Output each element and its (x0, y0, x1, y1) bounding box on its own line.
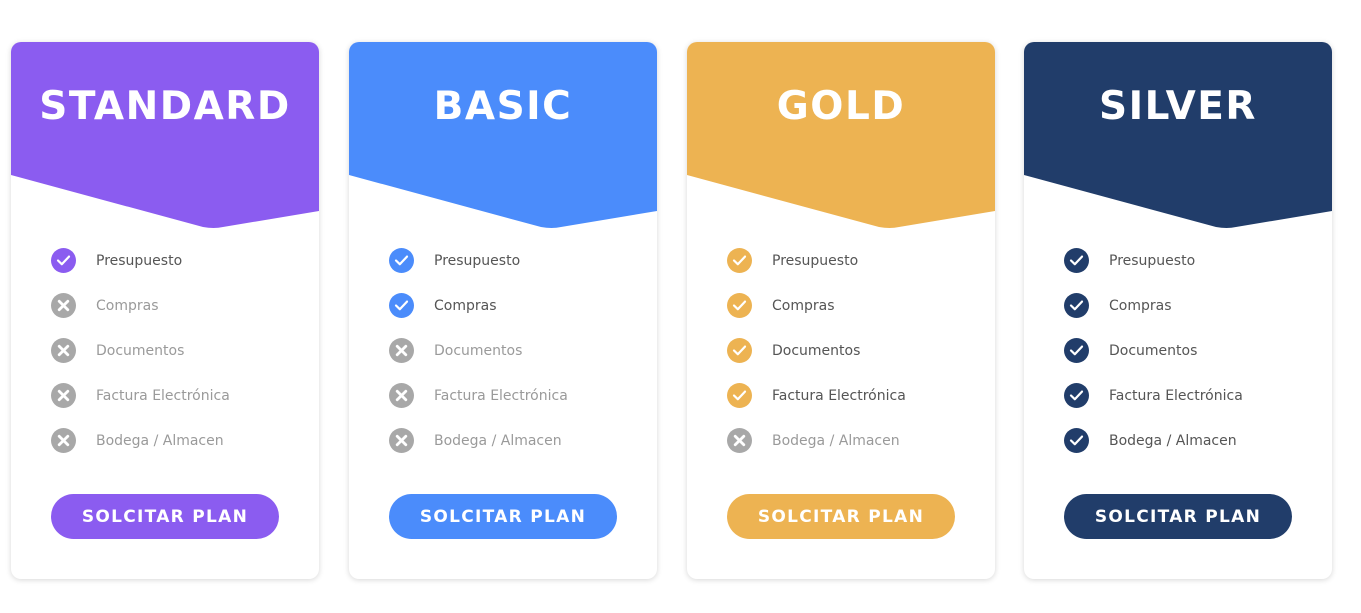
check-icon (1064, 338, 1089, 363)
plan-title: BASIC (433, 84, 573, 129)
x-icon (389, 383, 414, 408)
x-icon (51, 428, 76, 453)
check-icon (51, 248, 76, 273)
feature-label: Presupuesto (772, 252, 859, 269)
feature-label: Bodega / Almacen (96, 432, 224, 449)
feature-label: Documentos (772, 342, 861, 359)
request-plan-button[interactable]: SOLCITAR PLAN (727, 494, 955, 539)
feature-item-compras: Compras (1064, 283, 1243, 328)
feature-item-compras: Compras (51, 283, 230, 328)
feature-item-bodega-almacen: Bodega / Almacen (389, 418, 568, 463)
check-icon (1064, 383, 1089, 408)
feature-label: Factura Electrónica (434, 387, 568, 404)
check-icon (1064, 293, 1089, 318)
feature-list: Presupuesto Compras Documentos Factura Elec… (389, 238, 568, 463)
feature-item-factura-electr-nica: Factura Electrónica (727, 373, 906, 418)
x-icon (727, 428, 752, 453)
check-icon (389, 248, 414, 273)
feature-item-factura-electr-nica: Factura Electrónica (51, 373, 230, 418)
plan-title: GOLD (776, 84, 906, 129)
plan-header: BASIC (349, 42, 657, 232)
feature-list: Presupuesto Compras Documentos Factura Elec… (727, 238, 906, 463)
feature-item-factura-electr-nica: Factura Electrónica (1064, 373, 1243, 418)
pricing-plans: STANDARD Presupuesto Compras Documentos Fact… (0, 0, 1361, 613)
feature-item-compras: Compras (389, 283, 568, 328)
feature-label: Factura Electrónica (772, 387, 906, 404)
feature-label: Compras (434, 297, 497, 314)
plan-header-background (687, 42, 995, 228)
feature-label: Documentos (1109, 342, 1198, 359)
feature-item-factura-electr-nica: Factura Electrónica (389, 373, 568, 418)
feature-label: Compras (96, 297, 159, 314)
feature-label: Factura Electrónica (1109, 387, 1243, 404)
feature-label: Presupuesto (96, 252, 183, 269)
feature-label: Presupuesto (434, 252, 521, 269)
feature-label: Presupuesto (1109, 252, 1196, 269)
x-icon (51, 383, 76, 408)
check-icon (727, 248, 752, 273)
feature-item-documentos: Documentos (389, 328, 568, 373)
feature-item-documentos: Documentos (1064, 328, 1243, 373)
plan-header-background (1024, 42, 1332, 228)
plan-header-background (11, 42, 319, 228)
request-plan-button[interactable]: SOLCITAR PLAN (51, 494, 279, 539)
check-icon (1064, 248, 1089, 273)
plan-header: STANDARD (11, 42, 319, 232)
request-plan-button[interactable]: SOLCITAR PLAN (389, 494, 617, 539)
feature-label: Compras (1109, 297, 1172, 314)
feature-item-presupuesto: Presupuesto (1064, 238, 1243, 283)
feature-item-bodega-almacen: Bodega / Almacen (1064, 418, 1243, 463)
check-icon (389, 293, 414, 318)
feature-item-bodega-almacen: Bodega / Almacen (51, 418, 230, 463)
feature-label: Bodega / Almacen (772, 432, 900, 449)
plan-card-gold: GOLD Presupuesto Compras Documentos Factura … (687, 42, 995, 579)
request-plan-button[interactable]: SOLCITAR PLAN (1064, 494, 1292, 539)
plan-title: STANDARD (39, 84, 291, 129)
feature-label: Bodega / Almacen (1109, 432, 1237, 449)
x-icon (51, 338, 76, 363)
plan-header-background (349, 42, 657, 228)
plan-header: GOLD (687, 42, 995, 232)
feature-item-presupuesto: Presupuesto (51, 238, 230, 283)
feature-item-presupuesto: Presupuesto (389, 238, 568, 283)
feature-label: Documentos (434, 342, 523, 359)
feature-label: Compras (772, 297, 835, 314)
feature-item-bodega-almacen: Bodega / Almacen (727, 418, 906, 463)
feature-item-presupuesto: Presupuesto (727, 238, 906, 283)
plan-title: SILVER (1099, 84, 1257, 129)
plan-card-basic: BASIC Presupuesto Compras Documentos Factura… (349, 42, 657, 579)
feature-item-documentos: Documentos (51, 328, 230, 373)
x-icon (389, 338, 414, 363)
plan-header: SILVER (1024, 42, 1332, 232)
feature-item-documentos: Documentos (727, 328, 906, 373)
feature-label: Documentos (96, 342, 185, 359)
feature-label: Bodega / Almacen (434, 432, 562, 449)
x-icon (389, 428, 414, 453)
plan-card-standard: STANDARD Presupuesto Compras Documentos Fact… (11, 42, 319, 579)
feature-item-compras: Compras (727, 283, 906, 328)
feature-list: Presupuesto Compras Documentos Factura Elec… (1064, 238, 1243, 463)
check-icon (727, 383, 752, 408)
feature-list: Presupuesto Compras Documentos Factura Elec… (51, 238, 230, 463)
check-icon (727, 293, 752, 318)
feature-label: Factura Electrónica (96, 387, 230, 404)
check-icon (727, 338, 752, 363)
check-icon (1064, 428, 1089, 453)
x-icon (51, 293, 76, 318)
plan-card-silver: SILVER Presupuesto Compras Documentos Factur… (1024, 42, 1332, 579)
